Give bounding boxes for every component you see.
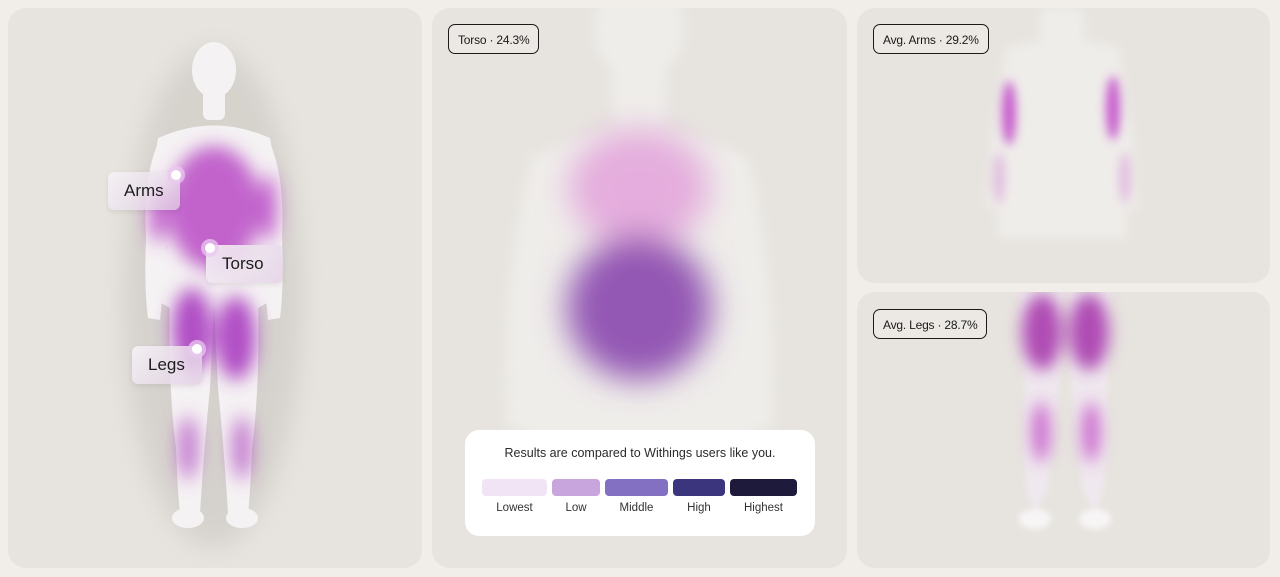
legend-swatch-high (673, 479, 725, 496)
legs-marker-dot[interactable] (192, 344, 202, 354)
legend-level-low: Low (552, 479, 600, 514)
legs-badge: Avg. Legs · 28.7% (873, 309, 988, 339)
arms-marker-dot[interactable] (171, 170, 181, 180)
legs-detail-panel: Avg. Legs · 28.7% (857, 292, 1270, 568)
legend-swatch-middle (605, 479, 668, 496)
body-overview-panel: Arms Torso Legs (8, 8, 422, 568)
heat-forearm-left (993, 152, 1005, 204)
legend-level-middle: Middle (605, 479, 668, 514)
heat-arm-right (259, 174, 277, 242)
heat-thigh-right (216, 296, 256, 380)
legend-label-lowest: Lowest (496, 502, 533, 514)
torso-detail-panel: Torso · 24.3% Results are compared to Wi… (432, 8, 847, 568)
arms-badge: Avg. Arms · 29.2% (873, 24, 989, 54)
legend-label-highest: Highest (744, 502, 783, 514)
legs-label[interactable]: Legs (132, 346, 202, 384)
heat-chest (569, 130, 709, 246)
heat-upper-arm-right (1106, 76, 1120, 140)
legend-level-highest: Highest (730, 479, 797, 514)
torso-badge-text: Torso · 24.3% (458, 33, 530, 47)
comparison-legend: Results are compared to Withings users l… (465, 430, 815, 536)
torso-label-text: Torso (222, 254, 264, 273)
legend-label-middle: Middle (619, 502, 654, 514)
legend-label-low: Low (565, 502, 587, 514)
heat-thigh-left (1022, 294, 1062, 370)
heat-forearm-right (1119, 152, 1131, 204)
arms-label-text: Arms (124, 181, 164, 200)
legend-level-lowest: Lowest (482, 479, 547, 514)
heat-calf-right (1082, 402, 1100, 462)
heat-thigh-right (1069, 294, 1109, 370)
heat-calf-left (1032, 402, 1050, 462)
heat-shin-left (178, 416, 198, 480)
torso-label[interactable]: Torso (206, 245, 283, 283)
legend-label-high: High (687, 502, 711, 514)
arms-badge-text: Avg. Arms · 29.2% (883, 33, 979, 47)
legs-label-text: Legs (148, 355, 185, 374)
legend-swatch-lowest (482, 479, 547, 496)
legend-scale: Lowest Low Middle High Highest (482, 479, 797, 514)
torso-badge: Torso · 24.3% (448, 24, 540, 54)
legs-badge-text: Avg. Legs · 28.7% (883, 318, 978, 332)
legend-swatch-low (552, 479, 600, 496)
arms-label[interactable]: Arms (108, 172, 180, 210)
legend-level-high: High (673, 479, 725, 514)
arms-detail-panel: Avg. Arms · 29.2% (857, 8, 1270, 283)
heat-upper-arm-left (1002, 81, 1016, 145)
full-body-figure (123, 42, 303, 548)
legend-title: Results are compared to Withings users l… (504, 446, 776, 460)
heat-shin-right (232, 416, 252, 480)
legend-swatch-highest (730, 479, 797, 496)
torso-marker-dot[interactable] (205, 243, 215, 253)
heat-belly (567, 236, 711, 380)
